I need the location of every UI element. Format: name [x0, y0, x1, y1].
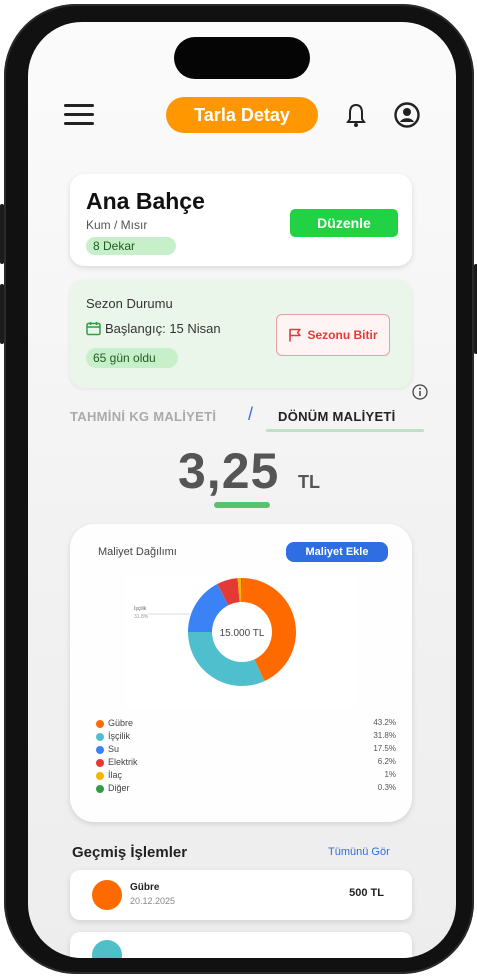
donut-chart-area: 15.000 TL İşçilik 31.8%: [126, 574, 358, 708]
legend-label: İşçilik: [108, 731, 130, 741]
legend-pct: 1%: [384, 770, 396, 779]
legend-label: İlaç: [108, 770, 123, 780]
cost-value: 3,25: [178, 443, 280, 499]
cost-unit: TL: [298, 472, 320, 492]
cost-distribution-card: Maliyet Dağılımı Maliyet Ekle 15.000 TL …: [70, 524, 412, 822]
legend-item: Su 17.5%: [96, 744, 396, 757]
page-title: Tarla Detay: [166, 97, 318, 133]
legend-pct: 0.3%: [377, 783, 396, 792]
edit-button[interactable]: Düzenle: [290, 209, 398, 237]
transaction-item-partial[interactable]: [70, 932, 412, 958]
transaction-date: 20.12.2025: [130, 896, 176, 906]
dynamic-island: [174, 37, 310, 79]
legend-item: Gübre 43.2%: [96, 718, 396, 731]
field-area-badge: 8 Dekar: [86, 237, 176, 255]
legend-pct: 31.8%: [373, 731, 396, 740]
user-icon[interactable]: [394, 102, 420, 128]
legend-pct: 6.2%: [377, 757, 396, 766]
info-icon[interactable]: [412, 384, 428, 400]
transaction-amount: 500 TL: [349, 887, 384, 899]
distribution-title: Maliyet Dağılımı: [98, 546, 177, 558]
bell-icon[interactable]: [346, 102, 366, 130]
side-button-left-2: [0, 284, 4, 344]
donut-center-label: 15.000 TL: [220, 628, 265, 639]
field-card: Ana Bahçe Kum / Mısır 8 Dekar Düzenle: [70, 174, 412, 266]
field-name: Ana Bahçe: [86, 188, 205, 214]
tab-donum-cost[interactable]: DÖNÜM MALİYETİ: [278, 409, 396, 424]
legend-label: Elektrik: [108, 757, 138, 767]
legend-dot: [96, 785, 104, 793]
legend-pct: 17.5%: [373, 744, 396, 753]
transaction-item[interactable]: Gübre 20.12.2025 500 TL: [70, 870, 412, 920]
flag-icon: [289, 328, 302, 342]
callout-label: İşçilik: [134, 605, 147, 612]
legend-item: Elektrik 6.2%: [96, 757, 396, 770]
legend-dot: [96, 759, 104, 767]
legend-pct: 43.2%: [373, 718, 396, 727]
donut-chart: 15.000 TL İşçilik 31.8%: [134, 578, 296, 686]
legend-item: İlaç 1%: [96, 770, 396, 783]
side-button-left-1: [0, 204, 4, 264]
finish-season-button[interactable]: Sezonu Bitir: [276, 314, 390, 356]
field-type: Kum / Mısır: [86, 218, 148, 232]
transaction-color-dot: [92, 880, 122, 910]
finish-season-label: Sezonu Bitir: [307, 328, 378, 342]
app-screen: Tarla Detay Ana Bahçe Kum / Mısır 8 Deka…: [28, 22, 456, 958]
see-all-link[interactable]: Tümünü Gör: [328, 846, 390, 858]
legend-label: Diğer: [108, 783, 130, 793]
transaction-name: Gübre: [130, 882, 160, 893]
season-days-badge: 65 gün oldu: [86, 348, 178, 368]
season-start: Başlangıç: 15 Nisan: [86, 321, 221, 336]
legend-label: Gübre: [108, 718, 134, 728]
legend-dot: [96, 720, 104, 728]
history-title: Geçmiş İşlemler: [72, 844, 188, 861]
phone-frame: Tarla Detay Ana Bahçe Kum / Mısır 8 Deka…: [0, 4, 477, 974]
legend-item: Diğer 0.3%: [96, 783, 396, 796]
legend-dot: [96, 746, 104, 754]
chart-legend: Gübre 43.2% İşçilik 31.8% Su 17.5% Elekt…: [96, 718, 396, 796]
legend-dot: [96, 772, 104, 780]
add-cost-button[interactable]: Maliyet Ekle: [286, 542, 388, 562]
season-card: Sezon Durumu Başlangıç: 15 Nisan 65 gün …: [70, 280, 412, 388]
hamburger-icon[interactable]: [64, 104, 94, 126]
season-title: Sezon Durumu: [86, 296, 173, 311]
legend-item: İşçilik 31.8%: [96, 731, 396, 744]
tab-separator: /: [248, 404, 254, 424]
active-tab-underline: [266, 429, 424, 432]
callout-pct: 31.8%: [134, 614, 149, 620]
value-indicator: [214, 502, 270, 508]
legend-dot: [96, 733, 104, 741]
transaction-color-dot: [92, 940, 122, 958]
season-start-text: Başlangıç: 15 Nisan: [105, 321, 221, 336]
legend-label: Su: [108, 744, 120, 754]
tab-kg-cost[interactable]: TAHMİNİ KG MALİYETİ: [70, 409, 216, 424]
calendar-icon: [86, 322, 101, 336]
